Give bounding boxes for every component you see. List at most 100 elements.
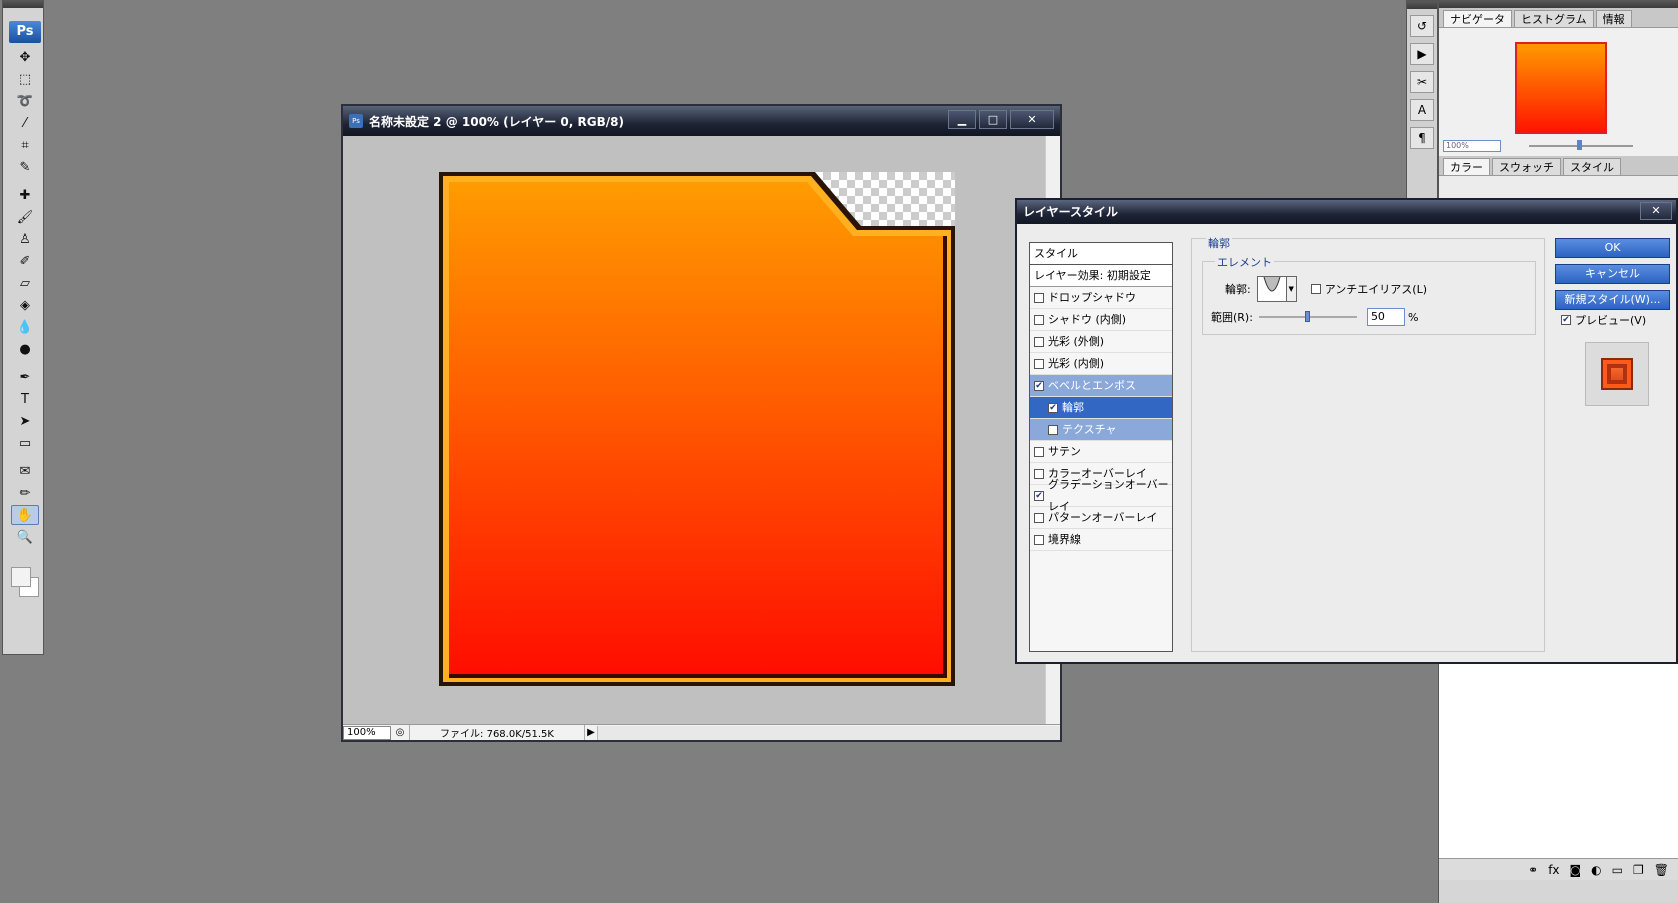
- slice-tool-icon[interactable]: ✎: [11, 157, 39, 177]
- tool-presets-icon[interactable]: ✂: [1410, 71, 1434, 93]
- range-slider[interactable]: [1258, 311, 1357, 322]
- style-item-checkbox[interactable]: [1034, 358, 1044, 369]
- document-icon: Ps: [349, 114, 363, 128]
- dialog-titlebar[interactable]: レイヤースタイル ✕: [1017, 200, 1676, 224]
- lasso-tool-icon[interactable]: ➰: [11, 91, 39, 111]
- trash-icon[interactable]: 🗑: [1654, 863, 1669, 877]
- character-icon[interactable]: A: [1410, 99, 1434, 121]
- move-tool-icon[interactable]: ✥: [11, 47, 39, 67]
- dock-grip[interactable]: [1407, 1, 1437, 9]
- tab-styles[interactable]: スタイル: [1563, 158, 1621, 175]
- layer-mask-icon[interactable]: ◙: [1570, 863, 1582, 877]
- style-item-checkbox[interactable]: [1048, 424, 1058, 435]
- blur-tool-icon[interactable]: 💧: [11, 317, 39, 337]
- crop-tool-icon[interactable]: ⌗: [11, 135, 39, 155]
- style-item[interactable]: サテン: [1030, 441, 1172, 463]
- zoom-tool-icon[interactable]: 🔍: [11, 527, 39, 547]
- range-input[interactable]: 50: [1366, 308, 1405, 326]
- actions-icon[interactable]: ▶: [1410, 43, 1434, 65]
- history-brush-tool-icon[interactable]: ✐: [11, 251, 39, 271]
- contour-dropdown-icon[interactable]: ▼: [1286, 276, 1297, 302]
- tab-histogram[interactable]: ヒストグラム: [1514, 10, 1594, 27]
- new-style-button[interactable]: 新規スタイル(W)...: [1555, 290, 1670, 310]
- tab-swatches[interactable]: スウォッチ: [1492, 158, 1561, 175]
- style-item[interactable]: シャドウ (内側): [1030, 309, 1172, 331]
- layer-effects-icon[interactable]: fx: [1548, 863, 1559, 877]
- style-item-checkbox[interactable]: [1034, 490, 1044, 501]
- style-item[interactable]: 境界線: [1030, 529, 1172, 551]
- brush-tool-icon[interactable]: 🖌: [11, 207, 39, 227]
- cancel-button[interactable]: キャンセル: [1555, 264, 1670, 284]
- tab-color[interactable]: カラー: [1443, 158, 1490, 175]
- style-item-checkbox[interactable]: [1034, 512, 1044, 523]
- close-button[interactable]: ✕: [1010, 110, 1054, 129]
- eraser-tool-icon[interactable]: ▱: [11, 273, 39, 293]
- style-item[interactable]: グラデーションオーバーレイ: [1030, 478, 1172, 513]
- horizontal-scrollbar[interactable]: [597, 725, 1060, 740]
- document-titlebar[interactable]: Ps 名称未設定 2 @ 100% (レイヤー 0, RGB/8) ▁ □ ✕: [343, 106, 1060, 136]
- style-item[interactable]: 輪郭: [1030, 397, 1172, 419]
- adjustment-layer-icon[interactable]: ◐: [1591, 863, 1601, 877]
- foreground-color-swatch[interactable]: [11, 567, 31, 587]
- eyedropper-tool-icon[interactable]: ✏: [11, 483, 39, 503]
- style-item-checkbox[interactable]: [1048, 402, 1058, 413]
- style-item[interactable]: ベベルとエンボス: [1030, 375, 1172, 397]
- magic-wand-tool-icon[interactable]: ⁄: [11, 113, 39, 133]
- panel-grip[interactable]: [1439, 0, 1678, 8]
- style-item-checkbox[interactable]: [1034, 314, 1044, 325]
- canvas-area[interactable]: [345, 136, 1045, 728]
- clone-stamp-tool-icon[interactable]: ♙: [11, 229, 39, 249]
- shape-fill: [449, 182, 945, 676]
- paragraph-icon[interactable]: ¶: [1410, 127, 1434, 149]
- style-item[interactable]: ドロップシャドウ: [1030, 287, 1172, 309]
- navigator-thumbnail[interactable]: [1515, 42, 1607, 134]
- navigator-zoom-knob[interactable]: [1577, 140, 1582, 150]
- toolbox-grip[interactable]: [3, 0, 43, 8]
- tab-info[interactable]: 情報: [1595, 10, 1632, 27]
- status-icon[interactable]: ◎: [391, 727, 409, 738]
- tab-navigator[interactable]: ナビゲータ: [1443, 10, 1512, 27]
- pen-tool-icon[interactable]: ✒: [11, 367, 39, 387]
- preview-checkbox[interactable]: [1561, 315, 1571, 325]
- maximize-button[interactable]: □: [979, 110, 1007, 129]
- hand-tool-icon[interactable]: ✋: [11, 505, 39, 525]
- marquee-tool-icon[interactable]: ⬚: [11, 69, 39, 89]
- status-menu-arrow-icon[interactable]: ▶: [585, 727, 597, 738]
- dialog-close-button[interactable]: ✕: [1640, 202, 1672, 220]
- shape-tool-icon[interactable]: ▭: [11, 433, 39, 453]
- minimize-button[interactable]: ▁: [948, 110, 976, 129]
- notes-tool-icon[interactable]: ✉: [11, 461, 39, 481]
- artwork-canvas[interactable]: [439, 172, 955, 686]
- style-item-checkbox[interactable]: [1034, 292, 1044, 303]
- contour-picker[interactable]: [1256, 276, 1287, 302]
- new-layer-icon[interactable]: ❐: [1633, 863, 1644, 877]
- style-item[interactable]: 光彩 (内側): [1030, 353, 1172, 375]
- type-tool-icon[interactable]: T: [11, 389, 39, 409]
- style-item-checkbox[interactable]: [1034, 446, 1044, 457]
- navigator-zoom-field[interactable]: 100%: [1443, 140, 1501, 152]
- photoshop-logo[interactable]: Ps: [9, 21, 41, 43]
- healing-brush-tool-icon[interactable]: ✚: [11, 185, 39, 205]
- style-item-checkbox[interactable]: [1034, 468, 1044, 479]
- path-selection-tool-icon[interactable]: ➤: [11, 411, 39, 431]
- style-item[interactable]: 光彩 (外側): [1030, 331, 1172, 353]
- range-slider-knob[interactable]: [1304, 311, 1310, 322]
- zoom-field[interactable]: 100%: [343, 725, 391, 740]
- new-group-icon[interactable]: ▭: [1612, 863, 1623, 877]
- paint-bucket-tool-icon[interactable]: ◈: [11, 295, 39, 315]
- style-item[interactable]: テクスチャ: [1030, 419, 1172, 441]
- history-icon[interactable]: ↺: [1410, 15, 1434, 37]
- navigator-tabs: ナビゲータ ヒストグラム 情報: [1439, 8, 1678, 28]
- style-item-checkbox[interactable]: [1034, 336, 1044, 347]
- style-item-label: シャドウ (内側): [1048, 312, 1127, 326]
- blending-options-item[interactable]: レイヤー効果: 初期設定: [1030, 265, 1172, 287]
- preview-option: プレビュー(V): [1561, 312, 1646, 328]
- style-item[interactable]: パターンオーバーレイ: [1030, 507, 1172, 529]
- ok-button[interactable]: OK: [1555, 238, 1670, 258]
- link-layers-icon[interactable]: ⚭: [1528, 863, 1538, 877]
- style-item-checkbox[interactable]: [1034, 380, 1044, 391]
- antialias-checkbox[interactable]: [1310, 284, 1321, 294]
- style-list-header[interactable]: スタイル: [1030, 243, 1172, 265]
- style-item-checkbox[interactable]: [1034, 534, 1044, 545]
- dodge-tool-icon[interactable]: ●: [11, 339, 39, 359]
